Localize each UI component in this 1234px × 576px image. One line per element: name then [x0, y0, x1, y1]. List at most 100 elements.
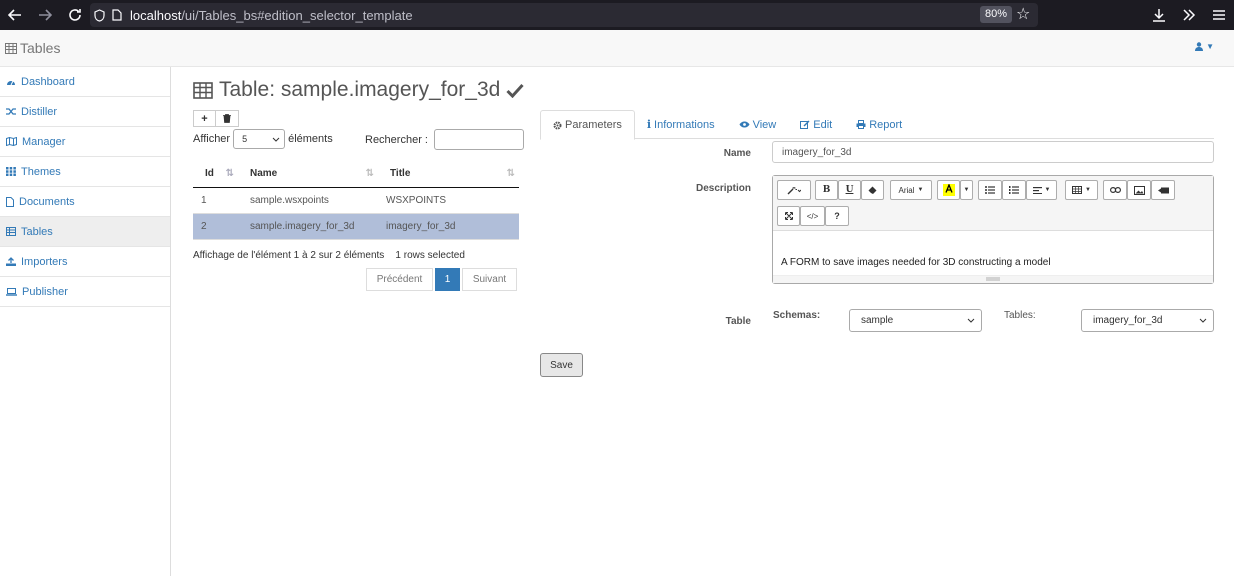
file-icon: [6, 196, 14, 207]
name-input[interactable]: imagery_for_3d: [772, 141, 1214, 163]
sidebar-item-publisher[interactable]: Publisher: [0, 277, 170, 307]
search-input[interactable]: [433, 129, 524, 150]
table-icon: [6, 227, 16, 236]
column-header-id[interactable]: Id ⇅: [193, 160, 238, 188]
table-label: Table: [725, 316, 751, 327]
link-icon: [1109, 187, 1121, 193]
next-page-button[interactable]: Suivant: [462, 268, 517, 291]
check-icon: [506, 83, 524, 98]
ordered-list-button[interactable]: [1002, 180, 1026, 200]
tables-select[interactable]: imagery_for_3d: [1081, 309, 1214, 332]
sidebar-item-themes[interactable]: Themes: [0, 157, 170, 187]
sidebar-item-manager[interactable]: Manager: [0, 127, 170, 157]
tab-report[interactable]: Report: [844, 110, 914, 139]
chevron-down-icon: [967, 318, 975, 323]
overflow-chevron-icon[interactable]: [1174, 0, 1204, 30]
sort-asc-icon: ⇅: [225, 168, 234, 179]
eraser-icon: [868, 186, 877, 194]
dashboard-icon: [7, 80, 15, 86]
sidebar-item-tables[interactable]: Tables: [0, 217, 170, 247]
font-name-select[interactable]: Arial ▼: [890, 180, 932, 200]
trash-icon: [223, 114, 231, 123]
table-insert-button[interactable]: ▼: [1065, 180, 1098, 200]
link-button[interactable]: [1103, 180, 1127, 200]
video-button[interactable]: [1151, 180, 1175, 200]
tab-informations[interactable]: i Informations: [635, 110, 727, 139]
page-icon: [108, 3, 126, 27]
fullscreen-button[interactable]: [777, 206, 800, 226]
bold-button[interactable]: B: [815, 180, 838, 200]
info-icon: i: [646, 118, 652, 131]
user-icon: [1195, 42, 1204, 51]
selected-info: 1 rows selected: [395, 250, 465, 261]
caret-down-icon: ▼: [917, 187, 924, 193]
tab-edit[interactable]: Edit: [788, 110, 844, 139]
reload-icon[interactable]: [60, 0, 90, 30]
fullscreen-icon: [784, 212, 793, 220]
name-label: Name: [723, 148, 751, 159]
table-icon: [193, 81, 213, 99]
underline-button[interactable]: U: [838, 180, 861, 200]
resize-grip-icon: [986, 277, 1000, 281]
chevron-down-icon: [272, 137, 280, 142]
plus-icon: +: [201, 112, 208, 125]
unordered-list-button[interactable]: [978, 180, 1002, 200]
editor-resize-handle[interactable]: [773, 275, 1213, 283]
sort-icon: ⇅: [506, 168, 515, 179]
download-icon[interactable]: [1144, 0, 1174, 30]
table-info: Affichage de l'élément 1 à 2 sur 2 éléme…: [193, 250, 465, 261]
back-icon[interactable]: [0, 0, 30, 30]
sidebar-item-importers[interactable]: Importers: [0, 247, 170, 277]
save-button[interactable]: Save: [540, 353, 583, 377]
upload-icon: [6, 257, 16, 266]
page-1-button[interactable]: 1: [435, 268, 460, 291]
paragraph-align-button[interactable]: ▼: [1026, 180, 1057, 200]
table-icon: [5, 42, 17, 54]
style-button[interactable]: [777, 180, 811, 200]
sidebar-item-dashboard[interactable]: Dashboard: [0, 67, 170, 97]
tab-view[interactable]: View: [727, 110, 789, 139]
code-view-button[interactable]: </>: [800, 206, 825, 226]
schemas-select[interactable]: sample: [849, 309, 982, 332]
column-header-title[interactable]: Title ⇅: [378, 160, 519, 188]
sidebar-item-distiller[interactable]: Distiller: [0, 97, 170, 127]
forward-icon[interactable]: [30, 0, 60, 30]
search-control: Rechercher :: [365, 129, 524, 150]
tab-parameters[interactable]: Parameters: [540, 110, 635, 140]
prev-page-button[interactable]: Précédent: [366, 268, 433, 291]
help-button[interactable]: ?: [825, 206, 849, 226]
bookmark-star-icon[interactable]: ☆: [1016, 4, 1030, 24]
grid-icon: [6, 167, 16, 176]
chevron-down-icon: [1199, 318, 1207, 323]
sidebar-item-documents[interactable]: Documents: [0, 187, 170, 217]
url-bar[interactable]: localhost/ui/Tables_bs#edition_selector_…: [90, 3, 1038, 27]
pagination: Précédent 1 Suivant: [366, 268, 517, 291]
navbar-brand[interactable]: Tables: [5, 40, 60, 56]
clear-format-button[interactable]: [861, 180, 884, 200]
caret-down-icon: ▼: [1085, 187, 1091, 193]
user-menu[interactable]: ▼: [1195, 42, 1214, 51]
table-tools: +: [193, 110, 239, 127]
table-row-selected[interactable]: 2 sample.imagery_for_3d imagery_for_3d: [193, 213, 519, 240]
description-label: Description: [695, 183, 751, 194]
print-icon: [856, 120, 866, 129]
hamburger-menu-icon[interactable]: [1204, 0, 1234, 30]
shield-icon[interactable]: [90, 3, 108, 27]
delete-button[interactable]: [216, 110, 239, 127]
highlight-color-button[interactable]: [937, 180, 960, 200]
table-row[interactable]: 1 sample.wsxpoints WSXPOINTS: [193, 187, 519, 214]
app-navbar: Tables ▼: [0, 30, 1234, 67]
description-editor: B U Arial ▼ ▼ ▼ ▼ </> ? A FORM to save i…: [772, 175, 1214, 284]
browser-toolbar: localhost/ui/Tables_bs#edition_selector_…: [0, 0, 1234, 30]
page-length-select[interactable]: 5: [233, 129, 286, 149]
zoom-level[interactable]: 80%: [980, 6, 1013, 23]
column-header-name[interactable]: Name ⇅: [238, 160, 378, 188]
page-title: Table: sample.imagery_for_3d: [193, 78, 524, 102]
sort-icon: ⇅: [365, 168, 374, 179]
add-button[interactable]: +: [193, 110, 216, 127]
picture-button[interactable]: [1127, 180, 1151, 200]
tabs: Parameters i Informations View Edit Repo…: [540, 110, 1214, 140]
video-icon: [1157, 187, 1169, 193]
description-text[interactable]: A FORM to save images needed for 3D cons…: [781, 257, 1051, 268]
color-dropdown-button[interactable]: ▼: [960, 180, 973, 200]
